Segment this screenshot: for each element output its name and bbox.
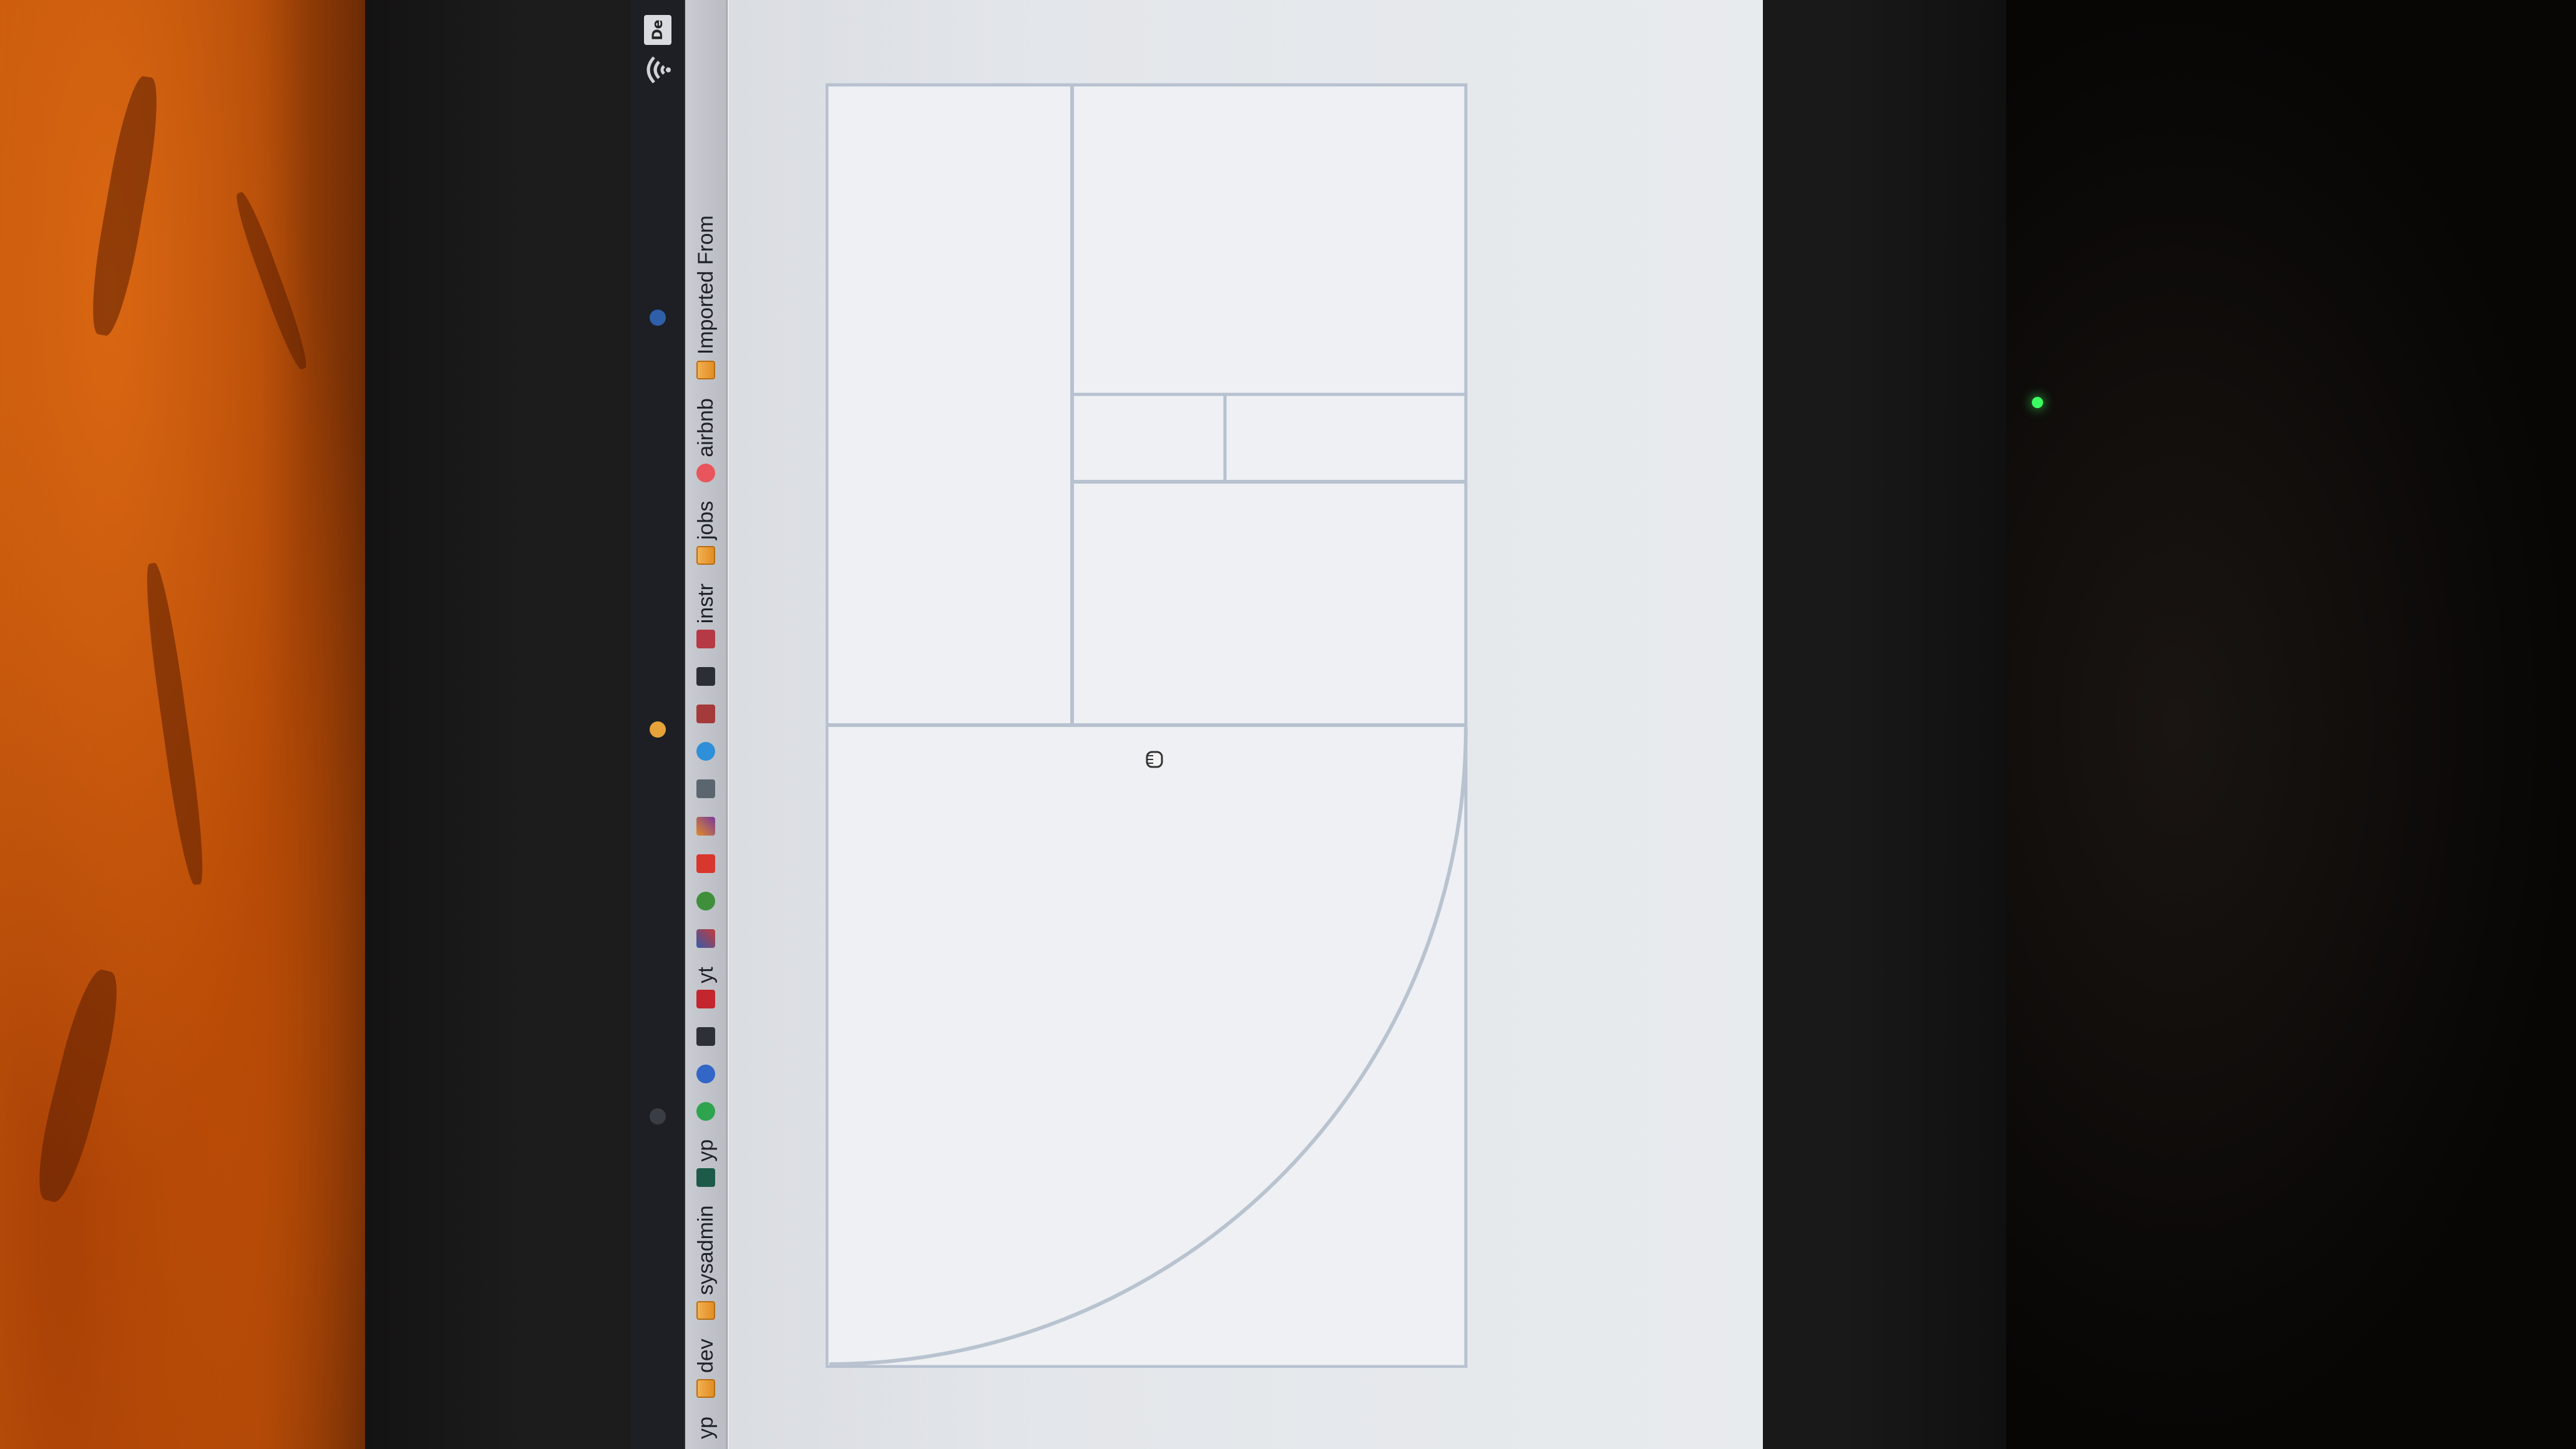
puzzle-icon — [696, 630, 715, 649]
bookmark-airbnb[interactable]: airbnb — [690, 393, 721, 487]
bookmark-label: yp — [693, 1417, 718, 1439]
star-icon[interactable] — [650, 721, 666, 738]
folder-icon — [696, 546, 715, 565]
bookmark-twitter[interactable] — [690, 737, 721, 766]
hand-cursor-icon — [1146, 751, 1163, 768]
tools-icon — [696, 929, 715, 949]
twitter-icon — [696, 742, 715, 761]
bookmark-imported-folder[interactable]: Imported From — [690, 210, 721, 384]
browser-window: De yp dev sysadmin yp yt instr jobs airb… — [630, 0, 1763, 1449]
bookmark-label: sysadmin — [693, 1205, 718, 1295]
laptop-screen: De yp dev sysadmin yp yt instr jobs airb… — [630, 0, 1763, 1449]
system-badge[interactable]: De — [644, 15, 671, 45]
bookmark-app[interactable] — [690, 700, 721, 728]
photo-scene: De yp dev sysadmin yp yt instr jobs airb… — [0, 0, 2576, 1449]
bookmarks-bar: yp dev sysadmin yp yt instr jobs airbnb … — [685, 0, 728, 1449]
bookmark-sysadmin-folder[interactable]: sysadmin — [690, 1201, 721, 1325]
bookmark-l[interactable] — [690, 662, 721, 691]
folder-icon — [696, 361, 715, 380]
bookmark-chart[interactable] — [690, 812, 721, 841]
bookmark-label: yp — [693, 1139, 718, 1162]
bookmark-label: jobs — [693, 500, 718, 540]
bookmark-label: dev — [693, 1339, 718, 1373]
folder-icon — [696, 1379, 715, 1398]
bookmark-label: Imported From — [693, 215, 718, 355]
bookmark-tools[interactable] — [690, 924, 721, 953]
bookmark-label: airbnb — [693, 398, 718, 457]
l-icon — [696, 667, 715, 686]
extension-icon[interactable] — [650, 310, 666, 326]
bookmark-translate[interactable] — [690, 774, 721, 803]
status-led — [2032, 397, 2043, 408]
browser-toolbar: De — [630, 0, 685, 1449]
dark-site-icon — [696, 1027, 715, 1046]
bookmark-label: yt — [693, 967, 718, 983]
gmail-icon — [696, 854, 715, 874]
site-icon — [696, 1168, 715, 1187]
whatsapp-icon — [696, 1101, 715, 1121]
youtube-icon — [696, 989, 715, 1008]
page-content — [729, 0, 1763, 1449]
folder-icon — [696, 1301, 715, 1320]
bookmark-green-globe[interactable] — [690, 887, 721, 915]
airbnb-icon — [696, 463, 715, 482]
bookmark-yp-site[interactable]: yp — [690, 1134, 721, 1192]
menu-dot-icon[interactable] — [650, 1108, 666, 1125]
wifi-icon[interactable] — [638, 51, 675, 89]
chart-icon — [696, 817, 715, 836]
green-globe-icon — [696, 892, 715, 911]
orange-wall — [0, 0, 368, 1449]
location-icon — [696, 1064, 715, 1083]
translate-icon — [696, 779, 715, 799]
bookmark-jobs-folder[interactable]: jobs — [690, 496, 721, 570]
bookmark-gmail[interactable] — [690, 849, 721, 878]
bookmark-location[interactable] — [690, 1060, 721, 1088]
golden-spiral-drawing — [826, 83, 1468, 1368]
dark-background — [2006, 0, 2576, 1449]
bookmark-yt[interactable]: yt — [690, 962, 721, 1013]
bookmark-dev-folder[interactable]: dev — [690, 1334, 721, 1403]
bookmark-label: instr — [693, 583, 718, 624]
bookmark-yp-folder[interactable]: yp — [690, 1412, 721, 1444]
bookmark-dark-site[interactable] — [690, 1022, 721, 1051]
bookmark-instr[interactable]: instr — [690, 578, 721, 653]
bookmark-whatsapp[interactable] — [690, 1097, 721, 1126]
app-icon — [696, 705, 715, 724]
